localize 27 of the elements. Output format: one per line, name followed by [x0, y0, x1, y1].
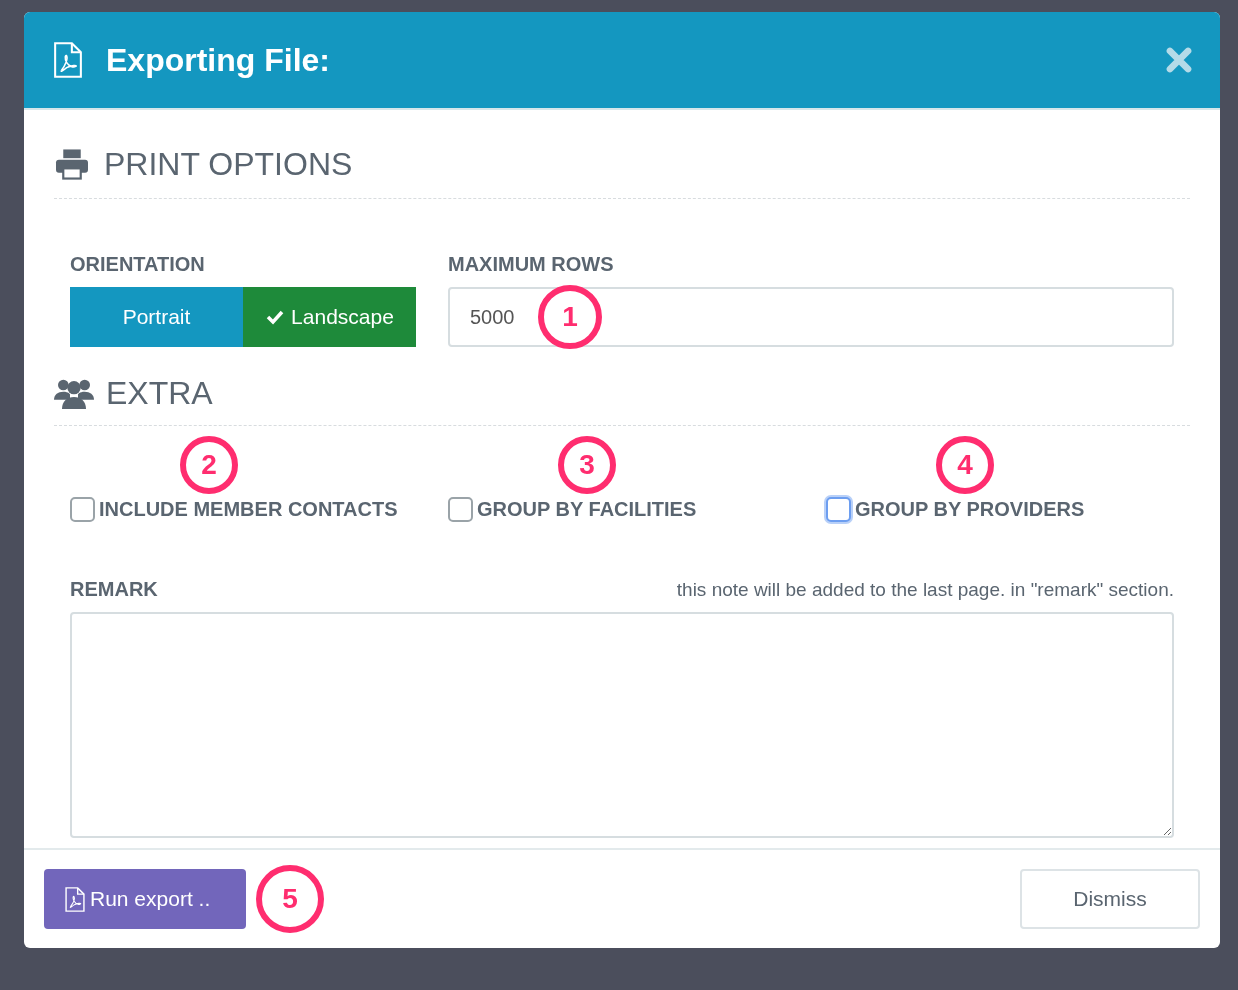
pdf-file-icon — [64, 886, 86, 912]
section-heading: EXTRA — [106, 374, 213, 413]
orientation-toggle[interactable]: Landscape — [243, 287, 416, 347]
section-heading: PRINT OPTIONS — [104, 145, 353, 184]
checkbox-label: GROUP BY PROVIDERS — [855, 497, 1085, 522]
field-label: MAXIMUM ROWS — [448, 252, 615, 277]
callout-marker: 2 — [180, 436, 238, 494]
remark-field[interactable] — [70, 612, 1174, 838]
callout-marker: 5 — [256, 865, 324, 933]
dialog-title: Exporting File: — [106, 41, 330, 80]
remark-hint: this note will be added to the last page. in "remark" section. — [676, 577, 1174, 602]
orientation-toggle[interactable]: Portrait — [70, 287, 243, 347]
run-export-button[interactable]: Run export .. — [44, 869, 246, 929]
checkbox[interactable] — [70, 496, 95, 522]
close-icon[interactable] — [1166, 47, 1192, 73]
printer-icon — [54, 148, 90, 180]
checkbox[interactable] — [826, 496, 851, 522]
checkbox[interactable] — [448, 496, 473, 522]
checkbox-label: GROUP BY FACILITIES — [477, 497, 697, 522]
checkbox-label: INCLUDE MEMBER CONTACTS — [99, 497, 398, 522]
callout-marker: 4 — [936, 436, 994, 494]
field-label: ORIENTATION — [70, 252, 206, 277]
callout-marker: 1 — [538, 285, 602, 349]
dismiss-button[interactable]: Dismiss — [1020, 869, 1200, 929]
pdf-file-icon — [52, 42, 84, 78]
field-label: REMARK — [70, 577, 158, 602]
callout-marker: 3 — [558, 436, 616, 494]
